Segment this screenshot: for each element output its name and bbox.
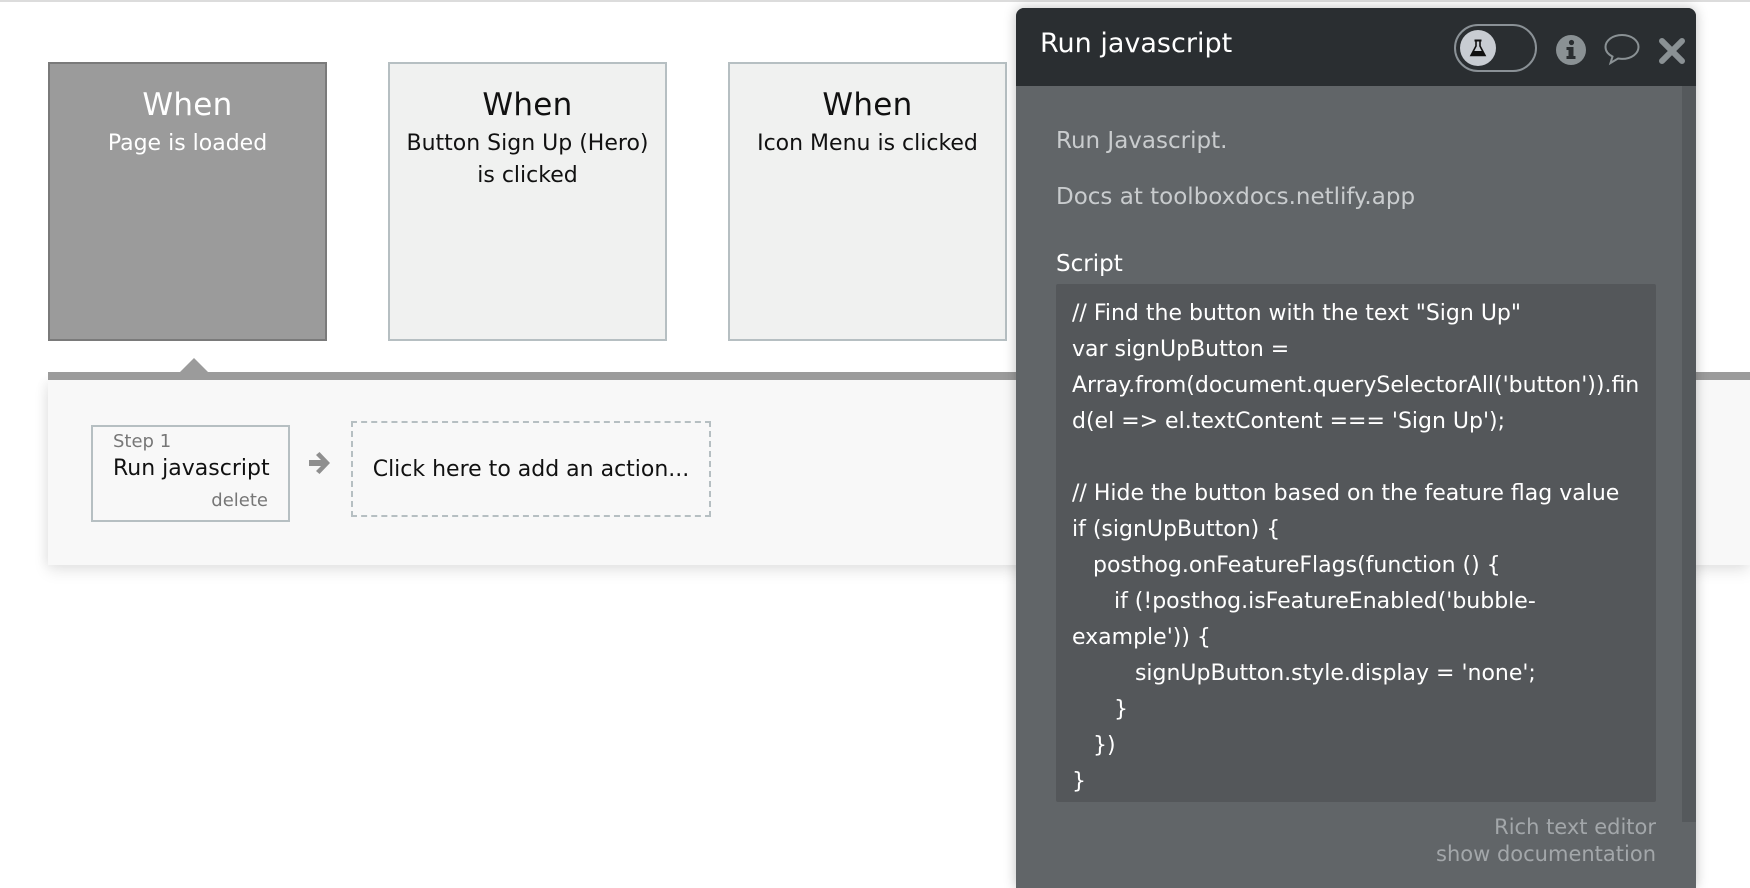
code-line: Array.from(document.querySelectorAll('bu… <box>1072 373 1640 398</box>
event-when-label: When <box>482 87 573 123</box>
flask-icon <box>1469 39 1487 57</box>
event-when-label: When <box>822 87 913 123</box>
event-trigger-label: Page is loaded <box>107 131 268 156</box>
step-delete-link[interactable]: delete <box>211 490 268 511</box>
code-line: if (signUpButton) { <box>1072 517 1281 542</box>
add-action-button[interactable]: Click here to add an action... <box>351 421 711 517</box>
step-action-name: Run javascript <box>113 456 270 481</box>
rich-text-editor-link[interactable]: Rich text editor <box>1436 814 1656 841</box>
workflow-step-1[interactable]: Step 1 Run javascript delete <box>91 425 290 522</box>
event-trigger-label: Button Sign Up (Hero) is clicked <box>406 131 649 188</box>
debug-toggle[interactable] <box>1454 24 1537 72</box>
script-field-label: Script <box>1056 251 1123 277</box>
info-icon[interactable] <box>1555 34 1587 66</box>
docs-link-text: Docs at toolboxdocs.netlify.app <box>1056 184 1416 210</box>
code-line: var signUpButton = <box>1072 337 1290 362</box>
selected-event-pointer <box>180 358 208 372</box>
panel-scrollbar[interactable] <box>1682 86 1696 822</box>
show-documentation-link[interactable]: show documentation <box>1436 841 1656 868</box>
event-card-button-sign-up-clicked[interactable]: When Button Sign Up (Hero) is clicked <box>388 62 667 341</box>
code-line: }) <box>1072 733 1116 758</box>
code-line: if (!posthog.isFeatureEnabled('bubble- <box>1072 589 1536 614</box>
toggle-knob <box>1460 30 1496 66</box>
code-line: signUpButton.style.display = 'none'; <box>1072 661 1536 686</box>
speech-bubble-icon[interactable] <box>1603 32 1641 66</box>
arrow-right-icon <box>309 452 330 474</box>
event-when-label: When <box>142 87 233 123</box>
panel-header: Run javascript <box>1016 8 1696 86</box>
code-line: d(el => el.textContent === 'Sign Up'); <box>1072 409 1506 434</box>
code-line: } <box>1072 769 1086 794</box>
script-input[interactable]: // Find the button with the text "Sign U… <box>1056 284 1656 802</box>
code-line: // Hide the button based on the feature … <box>1072 481 1620 506</box>
code-line: // Find the button with the text "Sign U… <box>1072 301 1522 326</box>
panel-body: Run Javascript. Docs at toolboxdocs.netl… <box>1016 86 1682 888</box>
close-icon[interactable] <box>1659 38 1685 64</box>
panel-title: Run javascript <box>1040 28 1233 59</box>
script-footer: Rich text editor show documentation <box>1436 814 1656 868</box>
event-card-icon-menu-clicked[interactable]: When Icon Menu is clicked <box>728 62 1007 341</box>
event-card-page-loaded[interactable]: When Page is loaded <box>48 62 327 341</box>
event-trigger-label: Icon Menu is clicked <box>757 131 978 156</box>
top-divider <box>0 0 1750 2</box>
step-number: Step 1 <box>113 431 172 452</box>
action-description: Run Javascript. <box>1056 128 1228 154</box>
code-line: posthog.onFeatureFlags(function () { <box>1072 553 1501 578</box>
code-line: } <box>1072 697 1128 722</box>
code-line: example')) { <box>1072 625 1211 650</box>
property-editor-panel: Run javascript Run Javascript. Docs at t… <box>1016 8 1696 888</box>
